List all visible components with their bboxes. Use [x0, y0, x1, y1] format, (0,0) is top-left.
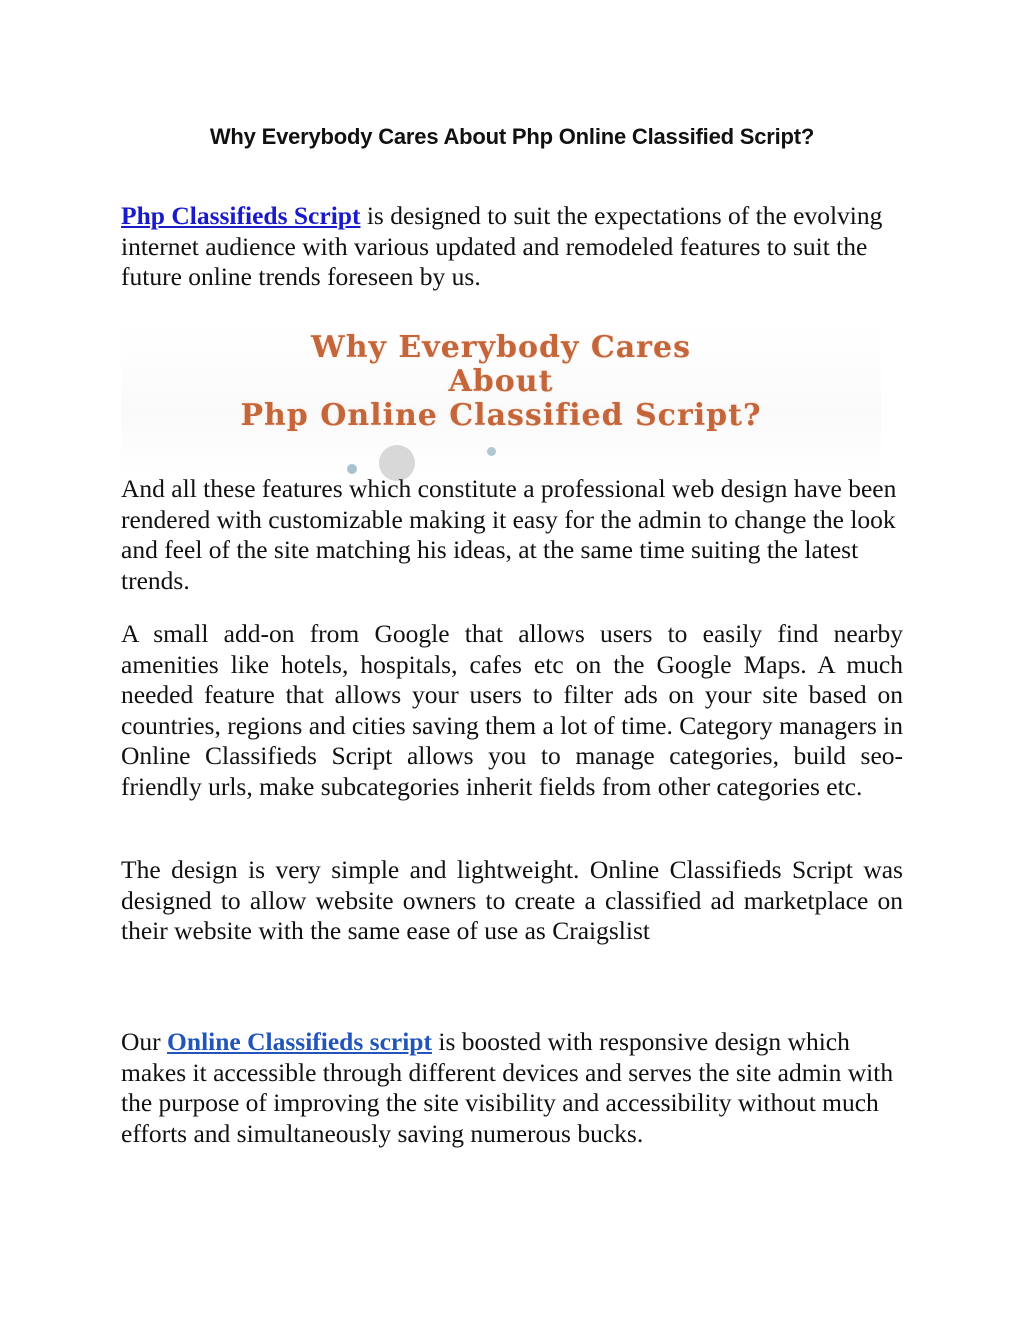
- decorative-dot-icon: [347, 464, 357, 474]
- php-classifieds-script-link[interactable]: Php Classifieds Script: [121, 201, 360, 230]
- banner-line-1: Why Everybody Cares: [311, 330, 691, 365]
- online-classifieds-script-link[interactable]: Online Classifieds script: [167, 1027, 432, 1056]
- document-page: Why Everybody Cares About Php Online Cla…: [0, 0, 1024, 1325]
- banner-image: Why Everybody Cares About Php Online Cla…: [121, 325, 881, 481]
- features-paragraph: And all these features which constitute …: [121, 474, 897, 595]
- banner-line-2: About: [448, 364, 554, 399]
- page-title: Why Everybody Cares About Php Online Cla…: [209, 124, 815, 149]
- banner-line-3: Php Online Classified Script?: [240, 398, 762, 433]
- banner-heading: Why Everybody Cares About Php Online Cla…: [121, 331, 881, 433]
- responsive-paragraph: Our Online Classifieds script is boosted…: [121, 1027, 903, 1149]
- design-paragraph: The design is very simple and lightweigh…: [121, 855, 903, 945]
- intro-paragraph: Php Classifieds Script is designed to su…: [121, 201, 903, 293]
- responsive-prefix: Our: [121, 1027, 168, 1056]
- decorative-dot-icon: [487, 447, 496, 456]
- google-addon-paragraph: A small add-on from Google that allows u…: [121, 619, 903, 801]
